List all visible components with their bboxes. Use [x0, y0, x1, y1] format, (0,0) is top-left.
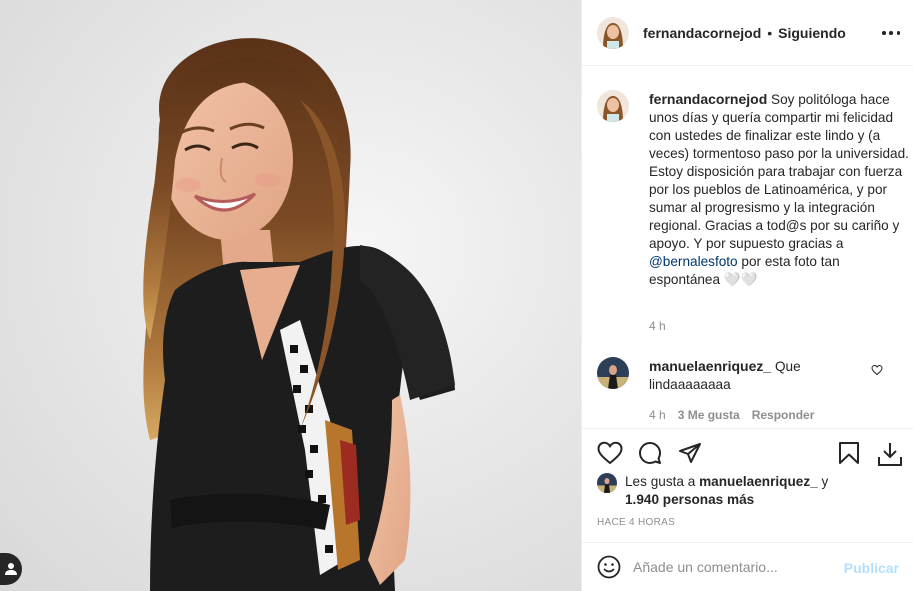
comment-icon[interactable] — [638, 441, 662, 465]
ellipsis-icon[interactable] — [882, 24, 900, 42]
commenter-avatar[interactable] — [597, 357, 629, 389]
post-header: fernandacornejod • Siguiendo — [582, 0, 913, 66]
bookmark-icon[interactable] — [838, 441, 860, 465]
caption-time[interactable]: 4 h — [649, 319, 666, 333]
post-side-panel: fernandacornejod • Siguiendo fernandacor… — [581, 0, 913, 591]
publish-button[interactable]: Publicar — [844, 560, 899, 576]
avatar-image — [597, 473, 617, 493]
share-icon[interactable] — [678, 441, 702, 465]
likes-prefix: Les gusta a — [625, 474, 696, 489]
comment-meta: 4 h 3 Me gusta Responder — [649, 408, 814, 422]
comment-time[interactable]: 4 h — [649, 408, 666, 422]
caption-avatar[interactable] — [597, 90, 629, 122]
caption-text: fernandacornejod Soy politóloga hace uno… — [649, 90, 911, 289]
avatar-image — [597, 90, 629, 122]
commenter-username[interactable]: manuelaenriquez_ — [649, 358, 771, 374]
download-icon[interactable] — [877, 441, 903, 467]
post-photo[interactable] — [0, 0, 581, 591]
avatar-image — [597, 16, 629, 49]
avatar-image — [597, 357, 629, 389]
caption-emoji: 🤍🤍 — [723, 272, 758, 287]
comment-likes[interactable]: 3 Me gusta — [678, 408, 740, 422]
author-avatar[interactable] — [597, 16, 629, 49]
caption-body: Soy politóloga hace unos días y quería c… — [649, 92, 909, 251]
comment-input[interactable] — [633, 559, 833, 575]
following-button[interactable]: Siguiendo — [778, 25, 846, 41]
reply-button[interactable]: Responder — [752, 408, 815, 422]
portrait-image — [143, 38, 455, 591]
comment-like-heart-icon[interactable] — [871, 364, 883, 376]
comment-text: manuelaenriquez_ Que lindaaaaaaaa — [649, 357, 869, 394]
add-comment-bar: Publicar — [582, 542, 913, 591]
likes-text: Les gusta a manuelaenriquez_ y 1.940 per… — [625, 473, 845, 509]
emoji-icon[interactable] — [597, 555, 621, 579]
post-date[interactable]: HACE 4 HORAS — [597, 517, 675, 528]
likes-count[interactable]: 1.940 personas más — [625, 492, 754, 507]
caption-mention-link[interactable]: @bernalesfoto — [649, 254, 738, 269]
action-bar — [582, 428, 913, 476]
caption-username[interactable]: fernandacornejod — [649, 91, 767, 107]
liker-username[interactable]: manuelaenriquez_ — [699, 474, 818, 489]
user-tag-icon — [5, 563, 17, 575]
likes-conj: y — [821, 474, 829, 489]
liker-avatar[interactable] — [597, 473, 617, 493]
heart-icon[interactable] — [597, 441, 623, 465]
author-username[interactable]: fernandacornejod — [643, 25, 761, 41]
separator-dot: • — [767, 24, 773, 41]
